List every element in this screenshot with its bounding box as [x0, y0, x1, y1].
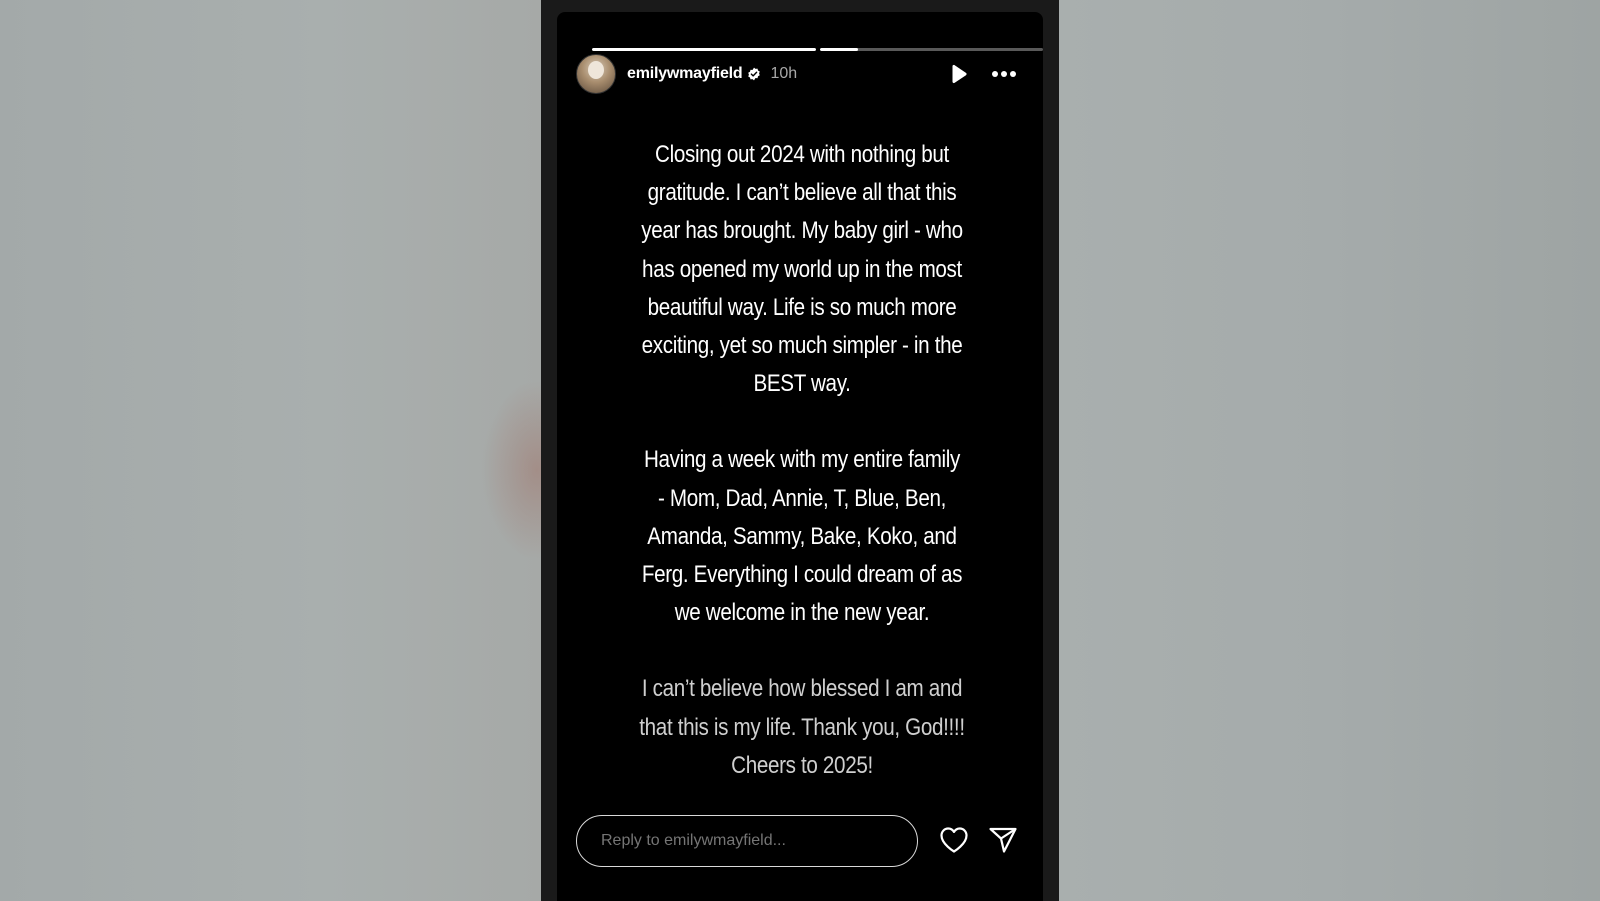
- progress-segment-2: [820, 48, 1043, 51]
- verified-badge-icon: [748, 67, 761, 81]
- more-options-icon[interactable]: [991, 63, 1017, 85]
- story-paragraph-2: Having a week with my entire family - Mo…: [641, 446, 963, 627]
- story-timestamp: 10h: [770, 65, 798, 82]
- username[interactable]: emilywmayfield: [627, 65, 743, 83]
- play-icon[interactable]: [947, 63, 969, 85]
- avatar[interactable]: [576, 54, 616, 94]
- story-progress-bar: [592, 48, 1043, 51]
- blurred-background-left: [0, 0, 551, 901]
- story-header: emilywmayfield 10h: [576, 54, 1027, 94]
- story-paragraph-1: Closing out 2024 with nothing but gratit…: [641, 141, 963, 398]
- story-text-overlay: Closing out 2024 with nothing but gratit…: [639, 136, 966, 785]
- story-paragraph-3: I can’t believe how blessed I am and tha…: [639, 675, 965, 779]
- reply-input[interactable]: [576, 815, 918, 867]
- send-icon[interactable]: [988, 826, 1018, 854]
- bottom-gradient: [557, 780, 1043, 820]
- progress-segment-1: [592, 48, 816, 51]
- blurred-background-right: [1059, 0, 1600, 901]
- heart-icon[interactable]: [939, 826, 969, 854]
